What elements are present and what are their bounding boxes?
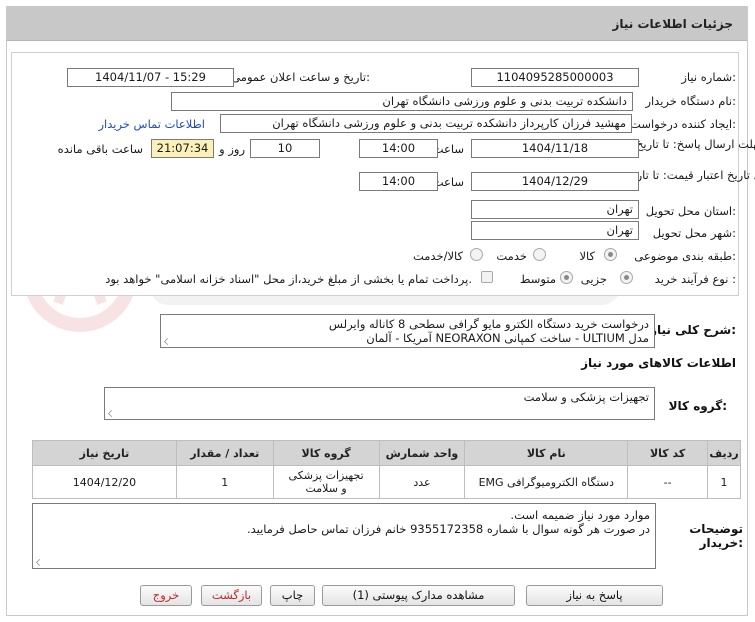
cell-group: تجهیزات پزشکی و سلامت bbox=[272, 465, 380, 499]
col-code: کد کالا bbox=[627, 440, 709, 466]
title-bar: جزئیات اطلاعات نیاز bbox=[7, 7, 747, 41]
remaining-time-field: 21:07:34 bbox=[151, 139, 214, 158]
goods-group-value: تجهیزات پزشکی و سلامت bbox=[523, 390, 649, 404]
need-number-field: 1104095285000003 bbox=[471, 68, 639, 87]
cell-name: دستگاه الکترومیوگرافی EMG bbox=[464, 465, 629, 499]
col-group: گروه کالا bbox=[272, 440, 380, 466]
overall-desc-line-1: درخواست خرید دستگاه الکترو مایو گرافی سط… bbox=[328, 317, 649, 331]
buyer-notes-box[interactable]: موارد مورد نیاز ضمیمه است. در صورت هر گو… bbox=[32, 503, 656, 569]
items-table: ردیف کد کالا نام کالا واحد شمارش گروه کا… bbox=[32, 440, 741, 499]
city-field: تهران bbox=[471, 221, 639, 240]
table-row[interactable]: 1 -- دستگاه الکترومیوگرافی EMG عدد تجهیز… bbox=[32, 465, 741, 499]
process-option-minor: جزیی bbox=[580, 272, 607, 286]
deadline-time-field: 14:00 bbox=[359, 139, 438, 158]
buyer-notes-label-line-1: توضیحات bbox=[689, 522, 743, 536]
days-label: روز و bbox=[219, 142, 245, 156]
remaining-time-label: ساعت باقی مانده bbox=[57, 142, 143, 156]
buyer-notes-line-1: موارد مورد نیاز ضمیمه است. bbox=[510, 508, 650, 522]
cell-date: 1404/12/20 bbox=[32, 465, 177, 499]
overall-desc-label: شرح کلی نیاز: bbox=[650, 323, 736, 337]
requester-field: مهشید فرزان کارپرداز دانشکده تربیت بدنی … bbox=[220, 114, 632, 133]
price-validity-label: حداقل تاریخ اعتبار قیمت: تا تاریخ: bbox=[626, 168, 755, 182]
category-radio-goods-service[interactable] bbox=[470, 248, 483, 261]
price-validity-date-field: 1404/12/29 bbox=[471, 172, 639, 191]
category-option-goods: کالا bbox=[579, 249, 595, 263]
price-validity-time-field: 14:00 bbox=[359, 172, 438, 191]
col-unit: واحد شمارش bbox=[378, 440, 466, 466]
treasury-bonds-note: پرداخت تمام یا بخشی از مبلغ خرید،از محل … bbox=[105, 272, 472, 286]
overall-desc-box[interactable]: درخواست خرید دستگاه الکترو مایو گرافی سط… bbox=[160, 314, 655, 348]
resize-handle-icon[interactable] bbox=[36, 559, 43, 566]
buyer-org-field: دانشکده تربیت بدنی و علوم ورزشی دانشگاه … bbox=[171, 92, 633, 111]
goods-group-label: گروه کالا: bbox=[668, 399, 727, 413]
process-radio-medium[interactable] bbox=[560, 271, 573, 284]
announce-datetime-label: تاریخ و ساعت اعلان عمومی: bbox=[231, 70, 370, 84]
days-field: 10 bbox=[250, 139, 320, 158]
back-button[interactable]: بازگشت bbox=[201, 585, 262, 606]
purchase-process-label: نوع فرآیند خرید : bbox=[654, 272, 736, 286]
reply-button[interactable]: پاسخ به نیاز bbox=[526, 585, 663, 606]
cell-row: 1 bbox=[707, 465, 741, 499]
cell-unit: عدد bbox=[378, 465, 466, 499]
category-radio-service[interactable] bbox=[533, 248, 546, 261]
attachments-button[interactable]: مشاهده مدارک پیوستی (1) bbox=[322, 585, 515, 606]
resize-handle-icon[interactable] bbox=[108, 410, 115, 417]
buyer-contact-link[interactable]: اطلاعات تماس خریدار bbox=[98, 117, 205, 131]
buyer-notes-label: توضیحات خریدار: bbox=[689, 522, 743, 550]
print-button[interactable]: چاپ bbox=[270, 585, 315, 606]
cell-qty: 1 bbox=[175, 465, 274, 499]
buyer-notes-label-line-2: خریدار: bbox=[699, 536, 743, 550]
buyer-org-label: نام دستگاه خریدار: bbox=[645, 94, 736, 108]
category-option-service: خدمت bbox=[496, 249, 527, 263]
city-label: شهر محل تحویل: bbox=[652, 226, 736, 240]
page-title: جزئیات اطلاعات نیاز bbox=[612, 17, 733, 31]
col-qty: تعداد / مقدار bbox=[175, 440, 274, 466]
col-date: تاریخ نیاز bbox=[32, 440, 177, 466]
process-option-medium: متوسط bbox=[519, 272, 556, 286]
cell-group-line-2: و سلامت bbox=[305, 482, 347, 495]
treasury-bonds-checkbox[interactable] bbox=[481, 271, 493, 283]
deadline-label: مهلت ارسال پاسخ: تا تاریخ: bbox=[636, 137, 755, 151]
category-radio-goods[interactable] bbox=[604, 248, 617, 261]
deadline-date-field: 1404/11/18 bbox=[471, 139, 639, 158]
goods-group-box[interactable]: تجهیزات پزشکی و سلامت bbox=[104, 387, 655, 420]
need-number-label: شماره نیاز: bbox=[681, 70, 736, 84]
cell-group-line-1: تجهیزات پزشکی bbox=[288, 469, 364, 482]
col-row: ردیف bbox=[707, 440, 741, 466]
requester-label: ایجاد کننده درخواست: bbox=[630, 117, 736, 131]
province-field: تهران bbox=[471, 200, 639, 219]
goods-info-title: اطلاعات کالاهای مورد نیاز bbox=[581, 356, 736, 370]
buyer-notes-line-2: در صورت هر گونه سوال با شماره 9355172358… bbox=[246, 522, 650, 536]
category-option-goods-service: کالا/خدمت bbox=[412, 249, 463, 263]
process-radio-minor[interactable] bbox=[620, 271, 633, 284]
cell-code: -- bbox=[627, 465, 709, 499]
category-label: طبقه بندی موضوعی: bbox=[634, 249, 736, 263]
exit-button[interactable]: خروج bbox=[140, 585, 192, 606]
col-name: نام کالا bbox=[464, 440, 629, 466]
province-label: استان محل تحویل: bbox=[645, 204, 736, 218]
table-header-row: ردیف کد کالا نام کالا واحد شمارش گروه کا… bbox=[32, 440, 741, 466]
announce-datetime-field: 1404/11/07 - 15:29 bbox=[67, 68, 234, 87]
overall-desc-line-2: مدل ULTIUM - ساخت کمپانی NEORAXON آمریکا… bbox=[366, 331, 649, 345]
